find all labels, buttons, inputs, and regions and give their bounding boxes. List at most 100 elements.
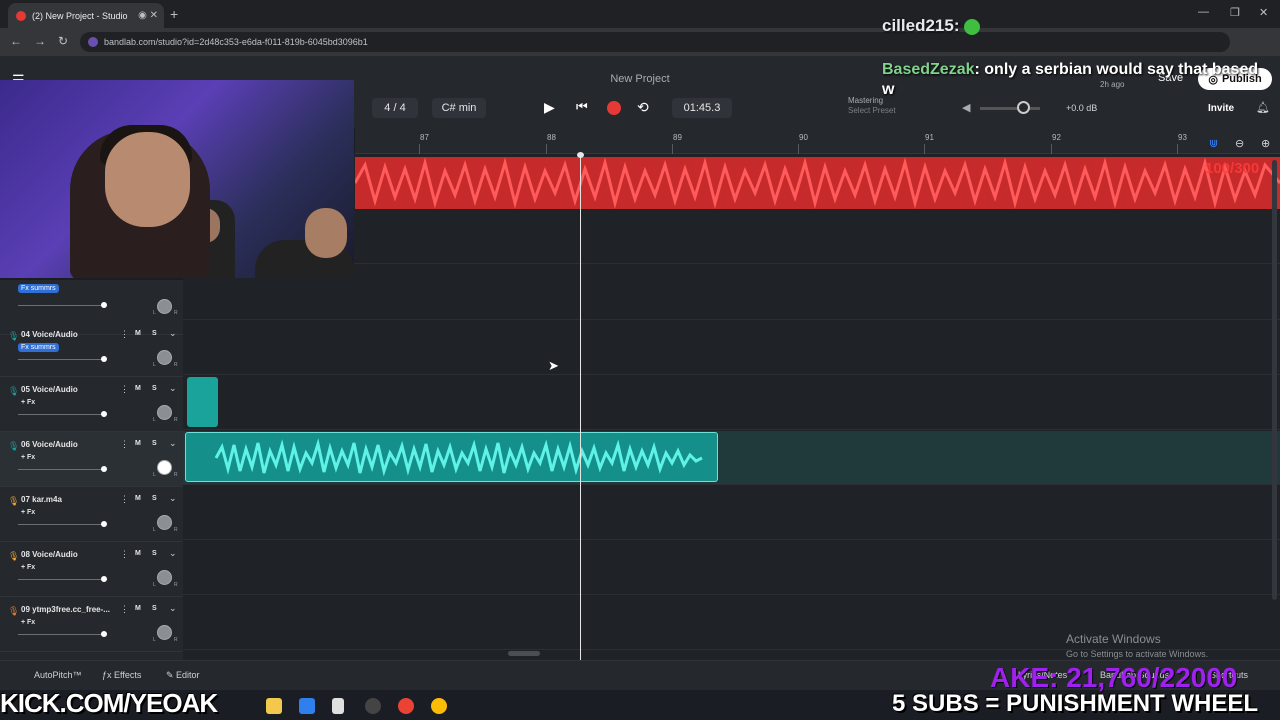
volume-knob[interactable] xyxy=(101,411,107,417)
notification-bell-icon[interactable]: 🔔︎ xyxy=(1256,101,1270,114)
autopitch-button[interactable]: AutoPitch™ xyxy=(34,670,82,680)
minimize-icon[interactable]: — xyxy=(1198,6,1209,18)
track-name[interactable]: 04 Voice/Audio xyxy=(21,330,78,339)
volume-knob[interactable] xyxy=(101,576,107,582)
speaker-icon[interactable]: ◀︎ xyxy=(962,101,970,114)
skip-back-icon[interactable]: ⏮ xyxy=(576,99,588,115)
volume-slider[interactable] xyxy=(18,469,104,470)
track-name[interactable]: 05 Voice/Audio xyxy=(21,385,78,394)
mute-button[interactable]: M xyxy=(135,440,141,447)
chevron-down-icon[interactable]: ⌄ xyxy=(169,493,177,504)
mute-button[interactable]: M xyxy=(135,330,141,337)
volume-slider[interactable] xyxy=(18,305,104,306)
track-options-icon[interactable]: ⋮ xyxy=(120,549,129,560)
close-window-icon[interactable]: ✕ xyxy=(1259,6,1268,19)
track-header-selected[interactable]: 🎙︎ 06 Voice/Audio ⋮ M S ⌄ + Fx L R xyxy=(0,432,183,487)
volume-slider[interactable] xyxy=(18,524,104,525)
zoom-out-icon[interactable]: ⊖ xyxy=(1235,137,1244,150)
track-lane[interactable] xyxy=(183,486,1280,540)
pan-knob[interactable] xyxy=(157,625,172,640)
project-title[interactable]: New Project xyxy=(560,73,720,85)
master-volume-knob[interactable] xyxy=(1017,101,1030,114)
volume-knob[interactable] xyxy=(101,356,107,362)
add-fx-button[interactable]: + Fx xyxy=(21,399,35,406)
chevron-down-icon[interactable]: ⌄ xyxy=(169,438,177,449)
volume-knob[interactable] xyxy=(101,521,107,527)
pan-knob[interactable] xyxy=(157,299,172,314)
time-signature[interactable]: 4 / 4 xyxy=(372,98,418,118)
chevron-down-icon[interactable]: ⌄ xyxy=(169,328,177,339)
solo-button[interactable]: S xyxy=(152,495,157,502)
fx-preset-tag[interactable]: Fx summrs xyxy=(18,284,59,293)
store-icon[interactable] xyxy=(299,698,315,714)
effects-button[interactable]: ƒx Effects xyxy=(102,670,141,680)
track-options-icon[interactable]: ⋮ xyxy=(120,494,129,505)
snap-magnet-icon[interactable]: ⋓ xyxy=(1209,137,1218,150)
add-fx-button[interactable]: + Fx xyxy=(21,619,35,626)
audio-clip-small[interactable] xyxy=(187,377,218,427)
volume-knob[interactable] xyxy=(101,466,107,472)
chrome-icon[interactable] xyxy=(398,698,414,714)
add-fx-button[interactable]: + Fx xyxy=(21,509,35,516)
volume-slider[interactable] xyxy=(18,414,104,415)
reload-icon[interactable]: ↻ xyxy=(58,34,68,48)
file-explorer-icon[interactable] xyxy=(266,698,282,714)
site-info-icon[interactable] xyxy=(88,37,98,47)
add-fx-button[interactable]: + Fx xyxy=(21,564,35,571)
chevron-down-icon[interactable]: ⌄ xyxy=(169,548,177,559)
volume-knob[interactable] xyxy=(101,631,107,637)
tab-audio-icon[interactable]: ◉ ✕ xyxy=(138,10,158,21)
loop-icon[interactable]: ⟲ xyxy=(637,99,649,116)
editor-button[interactable]: ✎ Editor xyxy=(166,670,200,681)
chevron-down-icon[interactable]: ⌄ xyxy=(169,383,177,394)
track-header[interactable]: 🎙︎ 08 Voice/Audio ⋮ M S ⌄ + Fx L R xyxy=(0,542,183,597)
track-options-icon[interactable]: ⋮ xyxy=(120,329,129,340)
notepad-icon[interactable] xyxy=(332,698,344,714)
app-icon[interactable] xyxy=(365,698,381,714)
zoom-in-icon[interactable]: ⊕ xyxy=(1261,137,1270,150)
track-options-icon[interactable]: ⋮ xyxy=(120,439,129,450)
volume-knob[interactable] xyxy=(101,302,107,308)
forward-icon[interactable]: → xyxy=(34,34,46,48)
track-name[interactable]: 06 Voice/Audio xyxy=(21,440,78,449)
track-lane[interactable] xyxy=(183,376,1280,430)
track-name[interactable]: 07 kar.m4a xyxy=(21,495,62,504)
timeline-ruler[interactable]: 87 88 89 90 91 92 93 xyxy=(355,128,1280,154)
pan-knob[interactable] xyxy=(157,405,172,420)
track-header[interactable]: 🎙︎ 07 kar.m4a ⋮ M S ⌄ + Fx L R xyxy=(0,487,183,542)
playhead[interactable] xyxy=(580,154,581,660)
track-name[interactable]: 08 Voice/Audio xyxy=(21,550,78,559)
new-tab-icon[interactable]: + xyxy=(170,6,178,22)
solo-button[interactable]: S xyxy=(152,605,157,612)
browser-tab[interactable]: (2) New Project - Studio ◉ ✕ xyxy=(8,3,164,28)
mute-button[interactable]: M xyxy=(135,550,141,557)
playhead-handle[interactable] xyxy=(577,152,584,158)
track-lane[interactable] xyxy=(183,321,1280,375)
chrome-profile-icon[interactable] xyxy=(431,698,447,714)
master-volume-slider[interactable] xyxy=(980,107,1040,110)
volume-slider[interactable] xyxy=(18,634,104,635)
add-fx-button[interactable]: + Fx xyxy=(21,454,35,461)
chevron-down-icon[interactable]: ⌄ xyxy=(169,603,177,614)
back-icon[interactable]: ← xyxy=(10,34,22,48)
track-header[interactable]: 🎙︎ 04 Voice/Audio ⋮ M S ⌄ Fx summrs L R xyxy=(0,322,183,377)
restore-icon[interactable]: ❐ xyxy=(1230,6,1240,19)
mute-button[interactable]: M xyxy=(135,605,141,612)
audio-clip-red[interactable] xyxy=(355,157,1280,209)
mute-button[interactable]: M xyxy=(135,495,141,502)
horizontal-scrollbar[interactable] xyxy=(508,651,540,656)
pan-knob[interactable] xyxy=(157,350,172,365)
track-header[interactable]: 🎙︎ 09 ytmp3free.cc_free-... ⋮ M S ⌄ + Fx… xyxy=(0,597,183,652)
audio-clip-selected[interactable] xyxy=(185,432,718,482)
record-button[interactable] xyxy=(607,101,621,115)
solo-button[interactable]: S xyxy=(152,385,157,392)
volume-slider[interactable] xyxy=(18,359,104,360)
solo-button[interactable]: S xyxy=(152,550,157,557)
track-name[interactable]: 09 ytmp3free.cc_free-... xyxy=(21,605,110,614)
invite-button[interactable]: Invite xyxy=(1208,103,1234,114)
key-signature[interactable]: C# min xyxy=(432,98,486,118)
solo-button[interactable]: S xyxy=(152,440,157,447)
volume-slider[interactable] xyxy=(18,579,104,580)
vertical-scrollbar[interactable] xyxy=(1272,160,1277,600)
fx-preset-tag[interactable]: Fx summrs xyxy=(18,343,59,352)
